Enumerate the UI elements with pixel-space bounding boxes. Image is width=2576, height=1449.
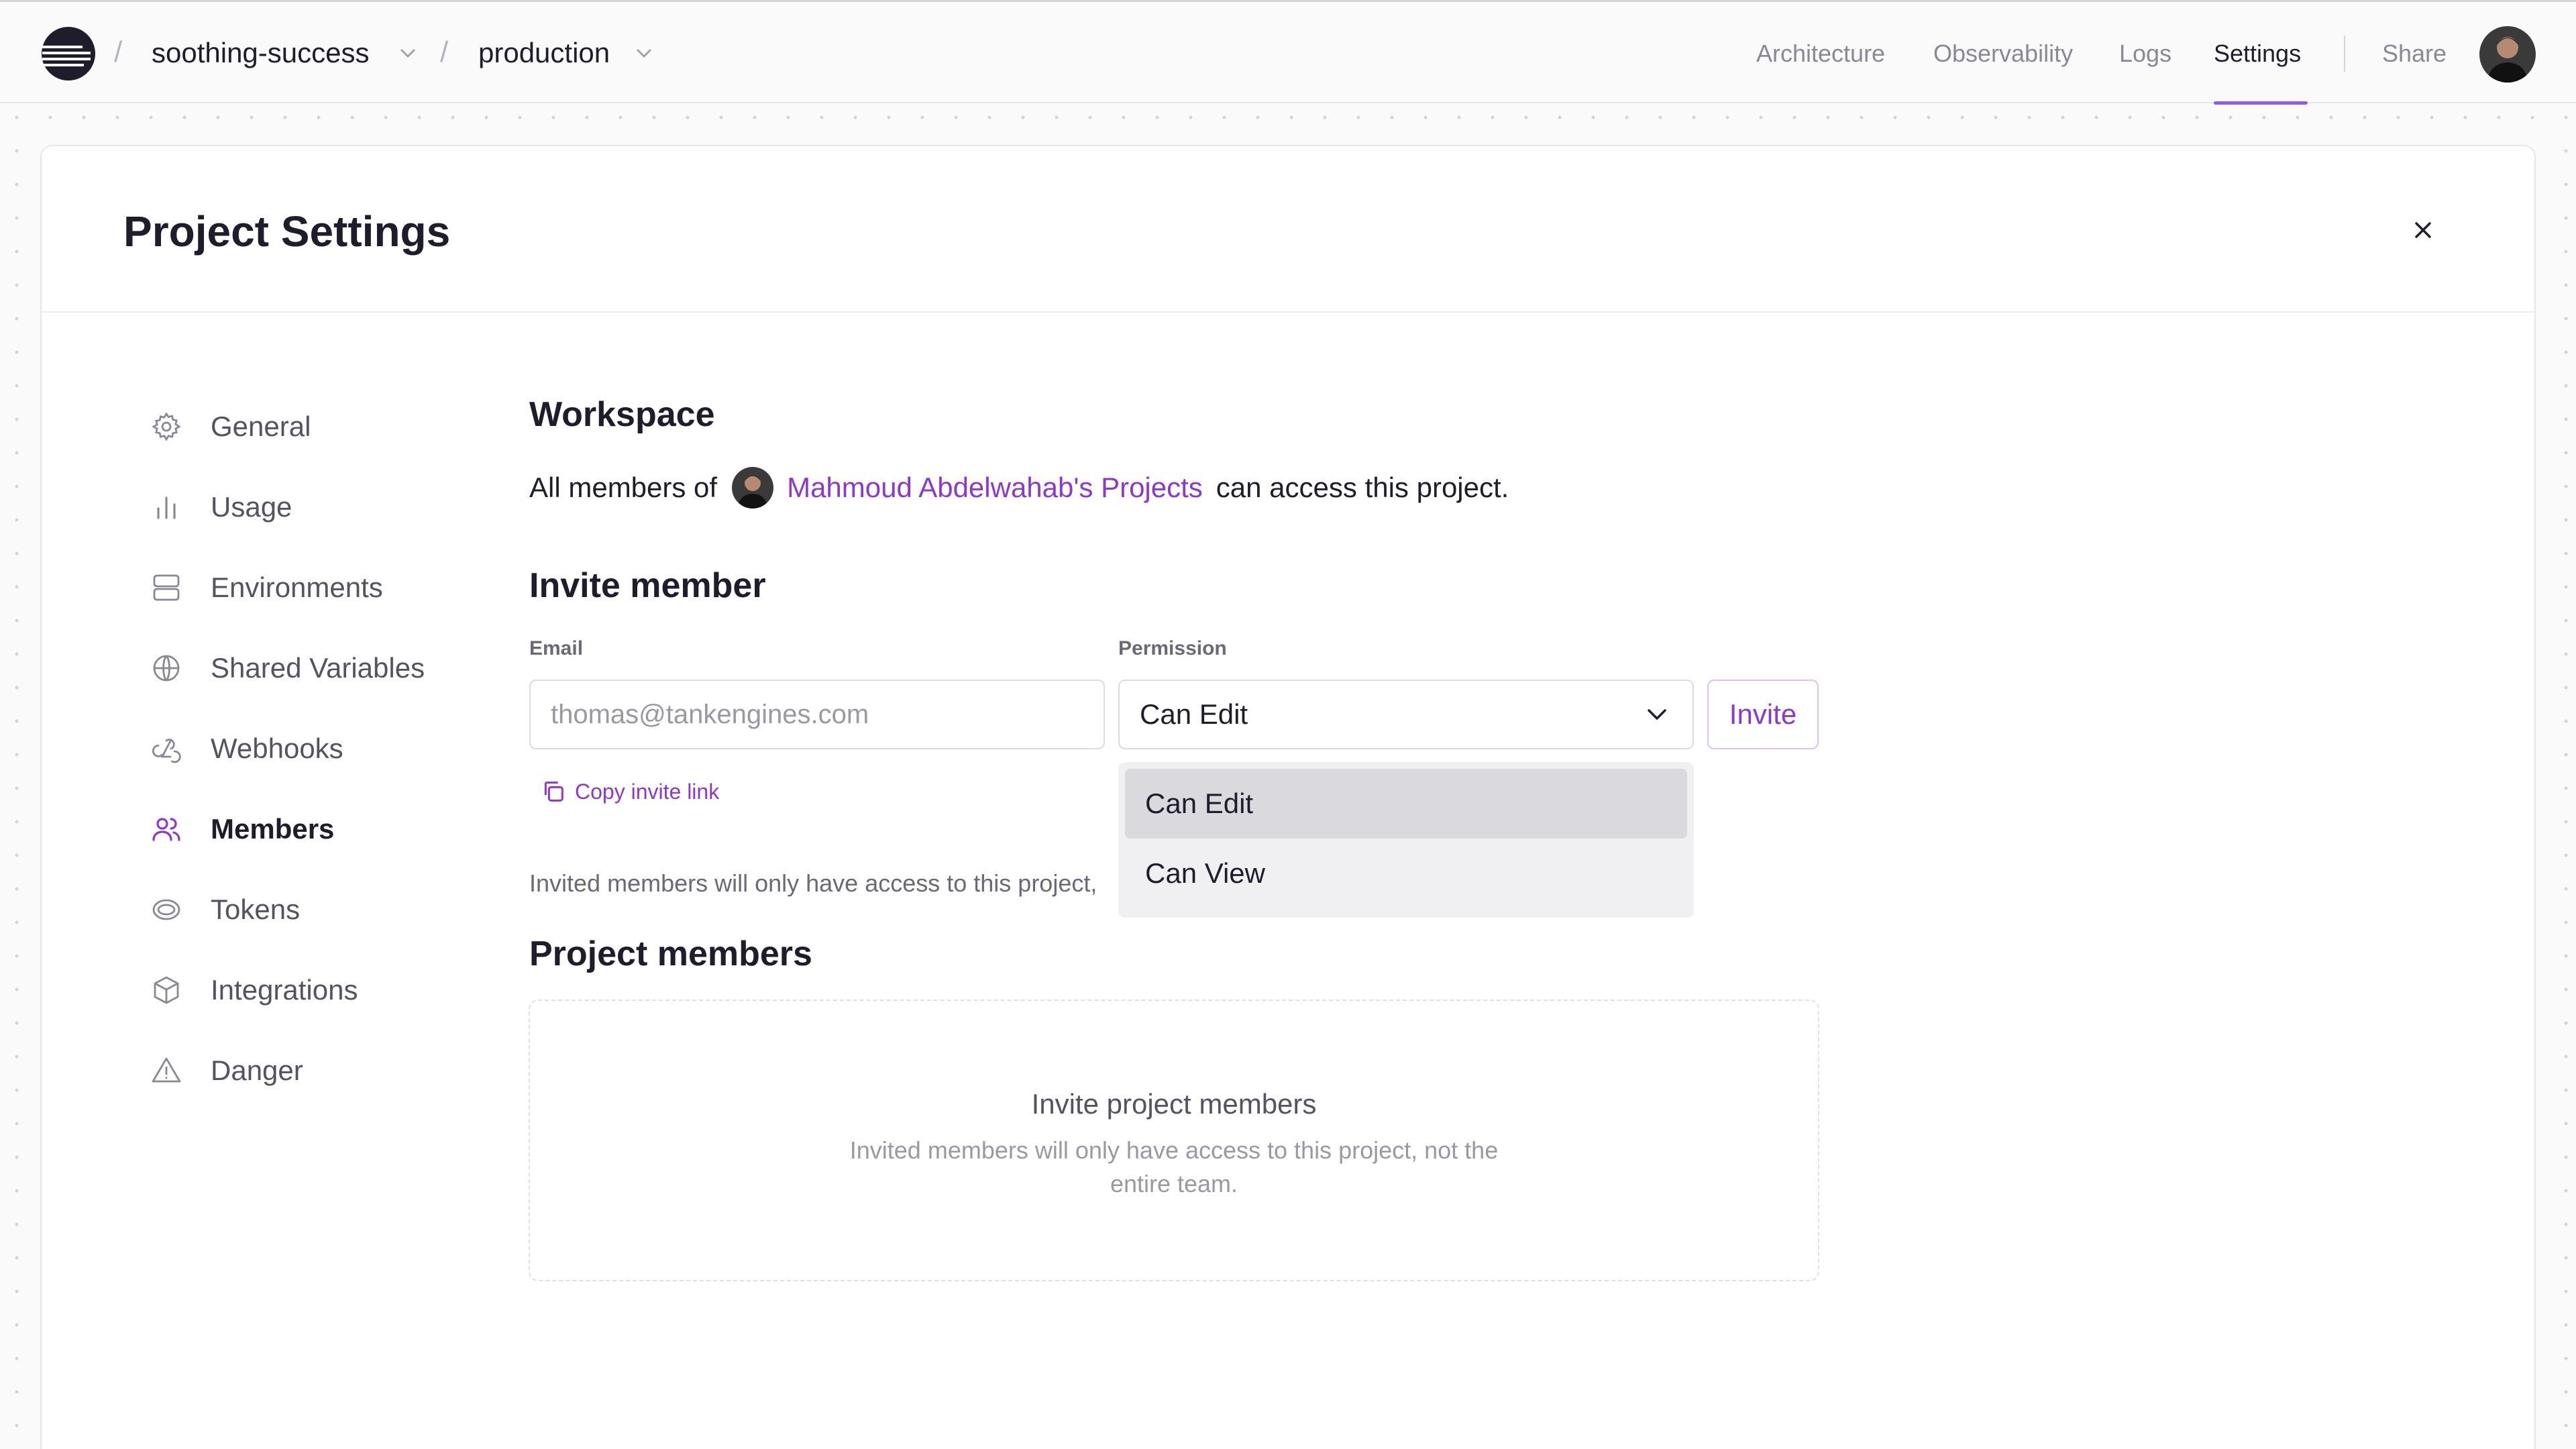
breadcrumb-environment[interactable]: production bbox=[478, 37, 610, 69]
project-members-heading: Project members bbox=[529, 934, 812, 973]
invite-button[interactable]: Invite bbox=[1707, 680, 1819, 749]
workspace-description: All members of Mahmoud Abdelwahab's Proj… bbox=[529, 467, 1509, 508]
empty-state-title: Invite project members bbox=[1031, 1088, 1317, 1120]
breadcrumb-separator: / bbox=[440, 36, 449, 68]
railway-logo-icon[interactable] bbox=[41, 26, 96, 81]
chevron-down-icon[interactable] bbox=[635, 46, 653, 60]
option-can-view[interactable]: Can View bbox=[1125, 839, 1687, 908]
chevron-down-icon bbox=[1648, 709, 1666, 720]
sidebar-item-label: Tokens bbox=[211, 894, 301, 925]
active-tab-indicator bbox=[2214, 101, 2308, 105]
sidebar-item-label: Integrations bbox=[211, 974, 358, 1006]
copy-invite-link-button[interactable]: Copy invite link bbox=[540, 778, 719, 805]
sidebar-item-tokens[interactable]: Tokens bbox=[149, 883, 300, 936]
sidebar-item-label: General bbox=[211, 411, 311, 442]
server-icon bbox=[149, 570, 184, 605]
sidebar-item-label: Danger bbox=[211, 1055, 303, 1086]
chevron-down-icon[interactable] bbox=[398, 46, 417, 60]
members-empty-state: Invite project members Invited members w… bbox=[529, 1000, 1819, 1281]
breadcrumb-project[interactable]: soothing-success bbox=[152, 37, 370, 69]
permission-label: Permission bbox=[1118, 637, 1227, 659]
option-can-edit[interactable]: Can Edit bbox=[1125, 769, 1687, 839]
invite-member-heading: Invite member bbox=[529, 566, 766, 605]
sidebar-item-label: Shared Variables bbox=[211, 652, 425, 684]
bar-chart-icon bbox=[149, 490, 184, 525]
workspace-avatar bbox=[732, 467, 774, 508]
cube-icon bbox=[149, 973, 184, 1008]
nav-settings[interactable]: Settings bbox=[2214, 40, 2301, 68]
gear-icon bbox=[149, 409, 184, 444]
sidebar-item-label: Usage bbox=[211, 491, 292, 523]
top-bar: / soothing-success / production Architec… bbox=[0, 0, 2576, 105]
nav-architecture[interactable]: Architecture bbox=[1756, 40, 1885, 68]
globe-icon bbox=[149, 651, 184, 686]
email-field[interactable] bbox=[529, 680, 1105, 749]
copy-invite-link-label: Copy invite link bbox=[575, 779, 720, 804]
sidebar-item-shared-variables[interactable]: Shared Variables bbox=[149, 641, 425, 695]
invite-helper-text: Invited members will only have access to… bbox=[529, 869, 1097, 897]
sidebar-item-label: Environments bbox=[211, 572, 383, 603]
sidebar-item-environments[interactable]: Environments bbox=[149, 561, 383, 614]
sidebar-item-label: Members bbox=[211, 813, 335, 845]
sidebar-item-label: Webhooks bbox=[211, 733, 343, 764]
warning-icon bbox=[149, 1053, 184, 1088]
sidebar-item-usage[interactable]: Usage bbox=[149, 480, 292, 534]
sidebar-item-general[interactable]: General bbox=[149, 400, 311, 453]
token-icon bbox=[149, 892, 184, 927]
nav-observability[interactable]: Observability bbox=[1933, 40, 2073, 68]
sidebar-item-integrations[interactable]: Integrations bbox=[149, 963, 358, 1017]
email-label: Email bbox=[529, 637, 584, 659]
permission-dropdown-menu: Can Edit Can View bbox=[1118, 762, 1694, 918]
sidebar-item-members[interactable]: Members bbox=[149, 802, 334, 856]
close-icon[interactable] bbox=[2408, 215, 2438, 245]
copy-icon bbox=[544, 782, 564, 802]
nav-logs[interactable]: Logs bbox=[2119, 40, 2171, 68]
sidebar-item-webhooks[interactable]: Webhooks bbox=[149, 722, 343, 775]
user-avatar[interactable] bbox=[2479, 26, 2536, 83]
page-title: Project Settings bbox=[123, 207, 451, 256]
permission-select[interactable]: Can Edit bbox=[1118, 680, 1694, 749]
permission-value: Can Edit bbox=[1140, 698, 1248, 730]
workspace-link[interactable]: Mahmoud Abdelwahab's Projects bbox=[787, 472, 1203, 504]
workspace-prefix: All members of bbox=[529, 472, 718, 503]
sidebar-item-danger[interactable]: Danger bbox=[149, 1044, 303, 1097]
nav-divider bbox=[2344, 36, 2345, 72]
workspace-heading: Workspace bbox=[529, 395, 715, 434]
workspace-suffix: can access this project. bbox=[1216, 472, 1509, 503]
empty-state-subtitle: Invited members will only have access to… bbox=[849, 1136, 1499, 1197]
breadcrumb-separator: / bbox=[114, 36, 123, 68]
users-icon bbox=[149, 812, 184, 847]
share-button[interactable]: Share bbox=[2382, 40, 2447, 68]
divider bbox=[42, 311, 2534, 313]
webhook-icon bbox=[149, 731, 184, 766]
